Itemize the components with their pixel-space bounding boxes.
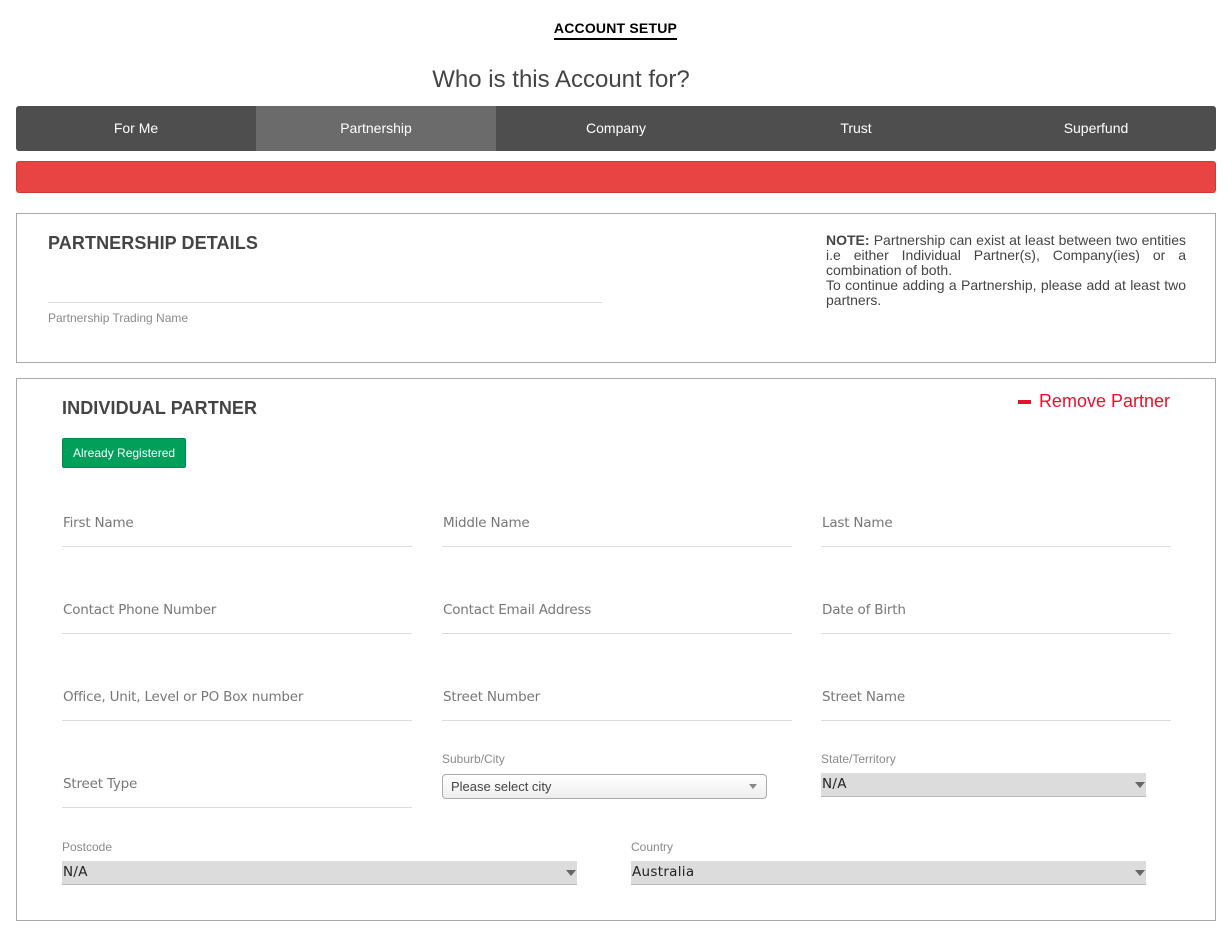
street-type-label: Street Type <box>63 776 138 792</box>
dropdown-arrow-icon <box>566 870 576 876</box>
street-name-label: Street Name <box>822 689 905 705</box>
remove-partner-button[interactable]: Remove Partner <box>1017 391 1170 412</box>
middle-name-label: Middle Name <box>443 515 530 531</box>
office-unit-label: Office, Unit, Level or PO Box number <box>63 689 304 705</box>
note-text-2: To continue adding a Partnership, please… <box>826 277 1186 308</box>
postcode-label: Postcode <box>62 840 113 854</box>
last-name-field[interactable]: Last Name <box>821 503 1171 547</box>
office-unit-field[interactable]: Office, Unit, Level or PO Box number <box>62 677 412 721</box>
postcode-value: N/A <box>63 864 88 880</box>
tab-superfund[interactable]: Superfund <box>976 106 1216 151</box>
date-of-birth-field[interactable]: Date of Birth <box>821 590 1171 634</box>
tab-partnership[interactable]: Partnership <box>256 106 496 151</box>
contact-email-label: Contact Email Address <box>443 602 592 618</box>
contact-phone-field[interactable]: Contact Phone Number <box>62 590 412 634</box>
middle-name-field[interactable]: Middle Name <box>442 503 792 547</box>
country-value: Australia <box>632 864 695 880</box>
state-territory-value: N/A <box>822 776 847 792</box>
country-select[interactable]: Australia <box>631 861 1146 885</box>
page-heading: ACCOUNT SETUP <box>0 20 1231 40</box>
tab-company[interactable]: Company <box>496 106 736 151</box>
partnership-note: NOTE: Partnership can exist at least bet… <box>826 233 1186 308</box>
date-of-birth-label: Date of Birth <box>822 602 906 618</box>
street-name-field[interactable]: Street Name <box>821 677 1171 721</box>
tab-trust[interactable]: Trust <box>736 106 976 151</box>
street-number-field[interactable]: Street Number <box>442 677 792 721</box>
remove-partner-label: Remove Partner <box>1038 391 1170 411</box>
alert-bar <box>16 161 1216 193</box>
suburb-city-label: Suburb/City <box>442 752 505 766</box>
street-number-label: Street Number <box>443 689 540 705</box>
state-territory-select[interactable]: N/A <box>821 773 1146 797</box>
partnership-details-panel: PARTNERSHIP DETAILS Partnership Trading … <box>16 213 1216 363</box>
last-name-label: Last Name <box>822 515 893 531</box>
first-name-label: First Name <box>63 515 134 531</box>
contact-email-field[interactable]: Contact Email Address <box>442 590 792 634</box>
individual-partner-panel: INDIVIDUAL PARTNER Remove Partner Alread… <box>16 378 1216 921</box>
suburb-city-select[interactable]: Please select city <box>442 774 767 799</box>
dropdown-arrow-icon <box>749 784 757 789</box>
note-label: NOTE: <box>826 232 870 248</box>
country-label: Country <box>631 840 674 854</box>
partnership-trading-name-input[interactable] <box>48 274 602 303</box>
street-type-field[interactable]: Street Type <box>62 764 412 808</box>
partnership-details-title: PARTNERSHIP DETAILS <box>48 233 258 253</box>
tab-for-me[interactable]: For Me <box>16 106 256 151</box>
postcode-select[interactable]: N/A <box>62 861 577 885</box>
page-title: ACCOUNT SETUP <box>553 20 678 40</box>
account-type-tabs: For Me Partnership Company Trust Superfu… <box>16 106 1216 151</box>
dropdown-arrow-icon <box>1135 782 1145 788</box>
state-territory-label: State/Territory <box>821 752 896 766</box>
dropdown-arrow-icon <box>1135 870 1145 876</box>
partnership-trading-name-label: Partnership Trading Name <box>48 311 189 325</box>
individual-partner-title: INDIVIDUAL PARTNER <box>62 398 258 418</box>
account-question: Who is this Account for? <box>432 66 690 93</box>
already-registered-button[interactable]: Already Registered <box>62 438 187 468</box>
suburb-city-value: Please select city <box>451 779 552 794</box>
note-text: Partnership can exist at least between t… <box>826 232 1186 278</box>
contact-phone-label: Contact Phone Number <box>63 602 217 618</box>
minus-icon <box>1017 399 1031 404</box>
first-name-field[interactable]: First Name <box>62 503 412 547</box>
